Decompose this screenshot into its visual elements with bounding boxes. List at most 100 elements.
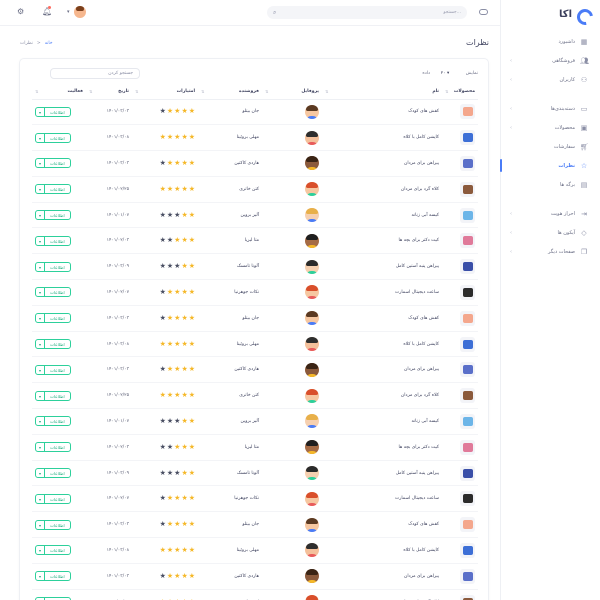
product-thumbnail[interactable] — [460, 439, 475, 455]
product-name[interactable]: پیراهن برای مردان — [322, 150, 442, 177]
sidebar-item[interactable]: ‹ صفحات دیگر ❐ — [500, 242, 600, 261]
avatar[interactable] — [305, 285, 319, 300]
info-dropdown-button[interactable]: ▾ اطلاعات — [35, 442, 71, 453]
info-dropdown-button[interactable]: ▾ اطلاعات — [35, 287, 71, 298]
product-name[interactable]: پیراهن برای مردان — [322, 356, 442, 384]
info-dropdown-button[interactable]: ▾ اطلاعات — [35, 313, 71, 324]
avatar[interactable] — [305, 337, 319, 352]
info-dropdown-button[interactable]: ▾ اطلاعات — [35, 571, 71, 582]
product-name[interactable]: کفش های کودک — [322, 305, 442, 332]
product-name[interactable]: کیت دکتر برای بچه ها — [322, 434, 442, 461]
info-dropdown-button[interactable]: ▾ اطلاعات — [35, 519, 71, 530]
product-thumbnail[interactable] — [460, 310, 475, 326]
brand-logo[interactable]: اکا — [559, 8, 588, 20]
chevron-down-icon[interactable]: ▾ — [67, 9, 70, 15]
sidebar-item[interactable]: سفارشات 🛒︎ — [500, 137, 600, 156]
gear-icon[interactable]: ⚙ — [17, 7, 24, 16]
product-name[interactable]: کفش های کودک — [322, 99, 442, 126]
col-seller[interactable]: فروشنده ⇅ — [198, 85, 262, 100]
info-dropdown-button[interactable]: ▾ اطلاعات — [35, 132, 71, 143]
avatar[interactable] — [305, 595, 319, 600]
page-size-select[interactable]: ۲۰ ▾ — [436, 68, 454, 79]
product-thumbnail[interactable] — [460, 181, 475, 197]
avatar[interactable] — [305, 491, 319, 506]
product-name[interactable]: کاپشن کامل با کلاه — [322, 331, 442, 358]
avatar[interactable] — [305, 233, 319, 248]
menu-toggle-icon[interactable] — [479, 9, 488, 15]
info-dropdown-button[interactable]: ▾ اطلاعات — [35, 339, 71, 350]
product-name[interactable]: کاپشن کامل با کلاه — [322, 124, 442, 152]
avatar[interactable] — [305, 388, 319, 403]
breadcrumb-home[interactable]: خانه — [45, 41, 53, 46]
product-name[interactable]: کیسه آبی زنانه — [322, 202, 442, 229]
product-thumbnail[interactable] — [460, 465, 475, 481]
product-name[interactable]: کلاه گرد برای مردان — [322, 382, 442, 410]
avatar[interactable] — [305, 311, 319, 326]
avatar[interactable] — [305, 208, 319, 223]
info-dropdown-button[interactable]: ▾ اطلاعات — [35, 210, 71, 221]
product-thumbnail[interactable] — [460, 336, 475, 352]
avatar[interactable] — [305, 414, 319, 429]
sidebar-item[interactable]: داشبورد ▦ — [500, 32, 600, 51]
avatar[interactable] — [305, 362, 319, 377]
product-name[interactable]: کیت دکتر برای بچه ها — [322, 227, 442, 255]
info-dropdown-button[interactable]: ▾ اطلاعات — [35, 416, 71, 427]
product-thumbnail[interactable] — [460, 104, 475, 120]
product-thumbnail[interactable] — [460, 491, 475, 507]
product-name[interactable]: کاپشن کامل با کلاه — [322, 537, 442, 564]
info-dropdown-button[interactable]: ▾ اطلاعات — [35, 106, 71, 117]
product-name[interactable]: ساعت دیجیتال اسمارت — [322, 279, 442, 306]
product-name[interactable]: کیسه آبی زنانه — [322, 408, 442, 435]
info-dropdown-button[interactable]: ▾ اطلاعات — [35, 235, 71, 246]
col-date[interactable]: تاریخ ⇅ — [86, 85, 132, 100]
product-thumbnail[interactable] — [460, 284, 475, 300]
info-dropdown-button[interactable]: ▾ اطلاعات — [35, 390, 71, 401]
product-thumbnail[interactable] — [460, 594, 475, 600]
avatar[interactable] — [305, 569, 319, 584]
avatar[interactable] — [305, 104, 319, 119]
avatar[interactable] — [305, 156, 319, 171]
product-thumbnail[interactable] — [460, 362, 475, 378]
avatar[interactable] — [305, 517, 319, 532]
avatar[interactable] — [305, 543, 319, 558]
product-thumbnail[interactable] — [460, 155, 475, 171]
product-thumbnail[interactable] — [460, 542, 475, 558]
avatar[interactable] — [305, 130, 319, 145]
sidebar-item[interactable]: ‹ آیکون ها ◇ — [500, 223, 600, 242]
avatar[interactable] — [305, 259, 319, 274]
table-search-input[interactable]: جستجو کردن — [50, 68, 140, 79]
product-name[interactable]: پیراهن پنبه آستین کامل — [322, 253, 442, 281]
col-rating[interactable]: امتیازات ⇅ — [132, 85, 198, 100]
product-thumbnail[interactable] — [460, 259, 475, 275]
info-dropdown-button[interactable]: ▾ اطلاعات — [35, 468, 71, 479]
col-name[interactable]: نام ⇅ — [322, 85, 442, 100]
sidebar-item[interactable]: ‹ محصولات ▣ — [500, 118, 600, 137]
info-dropdown-button[interactable]: ▾ اطلاعات — [35, 184, 71, 195]
info-dropdown-button[interactable]: ▾ اطلاعات — [35, 158, 71, 169]
avatar[interactable] — [74, 6, 86, 18]
sidebar-item[interactable]: نظرات ☆ — [500, 156, 600, 175]
col-product[interactable]: محصولات ⇅ — [442, 85, 478, 100]
product-name[interactable]: پیراهن پنبه آستین کامل — [322, 460, 442, 487]
product-thumbnail[interactable] — [460, 568, 475, 584]
product-name[interactable]: کلاه گرد برای مردان — [322, 589, 442, 600]
sidebar-item[interactable]: برگه ها ▤ — [500, 175, 600, 194]
product-thumbnail[interactable] — [460, 517, 475, 533]
sidebar-item[interactable]: ‹ کاربران ⚇ — [500, 70, 600, 89]
product-thumbnail[interactable] — [460, 233, 475, 249]
sidebar-item[interactable]: ‹ احراز هویت ⇥ — [500, 204, 600, 223]
product-name[interactable]: کلاه گرد برای مردان — [322, 176, 442, 203]
product-thumbnail[interactable] — [460, 388, 475, 404]
search-input[interactable]: ⌕ جستجو... — [267, 6, 467, 19]
info-dropdown-button[interactable]: ▾ اطلاعات — [35, 261, 71, 272]
col-action[interactable]: فعالیت ⇅ — [32, 85, 86, 100]
product-name[interactable]: پیراهن برای مردان — [322, 563, 442, 590]
avatar[interactable] — [305, 182, 319, 197]
sidebar-item[interactable]: ‹ فروشگاهی 👥︎ — [500, 51, 600, 70]
avatar[interactable] — [305, 440, 319, 455]
product-thumbnail[interactable] — [460, 413, 475, 429]
sidebar-item[interactable]: ‹ دسته‌بندی‌ها ▭ — [500, 99, 600, 118]
info-dropdown-button[interactable]: ▾ اطلاعات — [35, 545, 71, 556]
col-profile[interactable]: پروفایل ⇅ — [262, 85, 322, 100]
product-name[interactable]: کفش های کودک — [322, 511, 442, 539]
